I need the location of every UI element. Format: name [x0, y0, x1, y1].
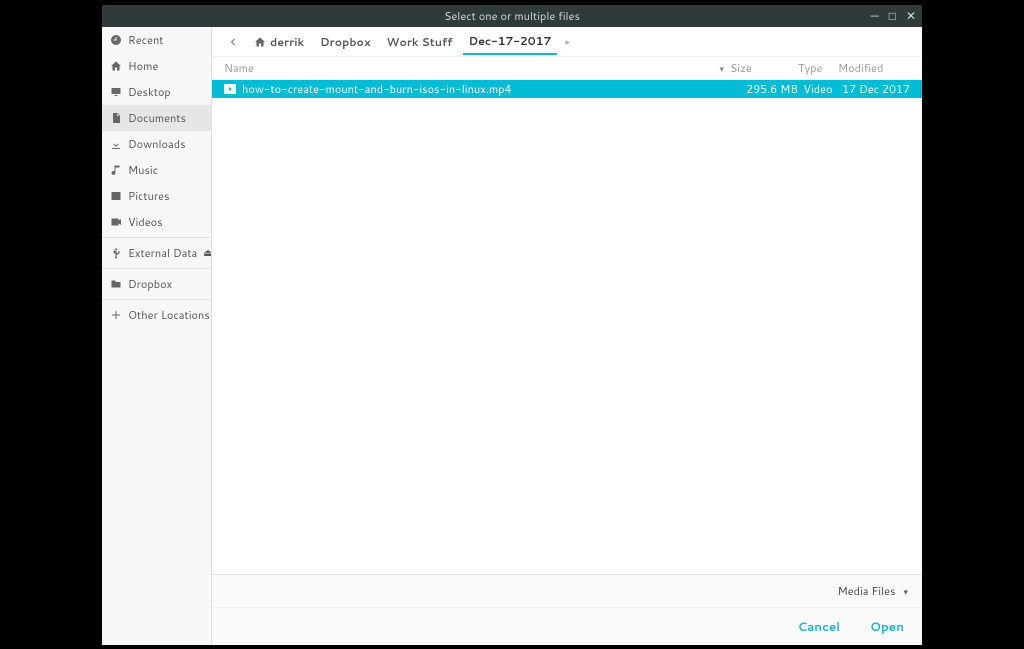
column-header-modified[interactable]: Modified	[838, 60, 910, 76]
main-panel: derrik Dropbox Work Stuff Dec-17-2017 ▸ …	[212, 27, 922, 645]
sidebar-separator	[102, 268, 211, 269]
sidebar-item-label: Dropbox	[128, 276, 172, 292]
sidebar-item-label: Pictures	[128, 188, 170, 204]
breadcrumb-home[interactable]: derrik	[248, 30, 310, 54]
sort-indicator-icon: ▾	[719, 62, 724, 75]
pictures-icon	[110, 190, 122, 202]
music-icon	[110, 164, 122, 176]
column-label: Name	[224, 60, 254, 76]
sidebar-separator	[102, 237, 211, 238]
titlebar[interactable]: Select one or multiple files — □ ✕	[102, 5, 922, 27]
open-button[interactable]: Open	[870, 618, 904, 635]
sidebar-item-external-data[interactable]: External Data ⏏	[102, 240, 211, 266]
file-name: how-to-create-mount-and-burn-isos-in-lin…	[242, 81, 512, 97]
sidebar: Recent Home Desktop Documents Downloads	[102, 27, 212, 645]
filter-label: Media Files	[838, 583, 896, 599]
window-title: Select one or multiple files	[444, 8, 580, 24]
file-chooser-window: Select one or multiple files — □ ✕ Recen…	[102, 5, 922, 645]
sidebar-item-label: Documents	[128, 110, 186, 126]
breadcrumb-label: Dropbox	[320, 34, 370, 50]
documents-icon	[110, 112, 122, 124]
sidebar-item-home[interactable]: Home	[102, 53, 211, 79]
sidebar-item-downloads[interactable]: Downloads	[102, 131, 211, 157]
breadcrumb-label: derrik	[270, 34, 304, 50]
file-modified: 17 Dec 2017	[838, 81, 910, 97]
file-size: 295.6 MB	[730, 81, 798, 97]
downloads-icon	[110, 138, 122, 150]
close-icon[interactable]: ✕	[906, 10, 916, 22]
filter-row: Media Files ▾	[212, 575, 922, 608]
sidebar-item-label: External Data	[128, 245, 197, 261]
sidebar-item-recent[interactable]: Recent	[102, 27, 211, 53]
window-controls: — □ ✕	[871, 5, 916, 27]
home-icon	[110, 60, 122, 72]
home-icon	[254, 36, 266, 48]
sidebar-item-videos[interactable]: Videos	[102, 209, 211, 235]
recent-icon	[110, 34, 122, 46]
sidebar-item-label: Music	[128, 162, 158, 178]
sidebar-item-other-locations[interactable]: Other Locations	[102, 302, 211, 328]
sidebar-item-pictures[interactable]: Pictures	[102, 183, 211, 209]
sidebar-item-desktop[interactable]: Desktop	[102, 79, 211, 105]
filter-dropdown[interactable]: Media Files	[838, 583, 896, 599]
file-list[interactable]: how-to-create-mount-and-burn-isos-in-lin…	[212, 80, 922, 574]
sidebar-item-label: Home	[128, 58, 158, 74]
sidebar-item-label: Recent	[128, 32, 163, 48]
back-button[interactable]	[222, 35, 244, 49]
breadcrumb-label: Work Stuff	[387, 34, 453, 50]
column-header-name[interactable]: Name ▾	[224, 60, 730, 76]
breadcrumb[interactable]: Work Stuff	[381, 30, 459, 54]
button-row: Cancel Open	[212, 608, 922, 645]
usb-icon	[110, 247, 122, 259]
sidebar-item-label: Downloads	[128, 136, 186, 152]
cancel-button[interactable]: Cancel	[798, 618, 841, 635]
breadcrumb[interactable]: Dropbox	[314, 30, 376, 54]
sidebar-item-label: Desktop	[128, 84, 171, 100]
column-label: Type	[798, 60, 822, 76]
sidebar-item-label: Other Locations	[128, 307, 210, 323]
file-row[interactable]: how-to-create-mount-and-burn-isos-in-lin…	[212, 80, 922, 98]
file-name-cell: how-to-create-mount-and-burn-isos-in-lin…	[224, 81, 730, 97]
column-label: Size	[730, 60, 752, 76]
file-type: Video	[798, 81, 838, 97]
eject-icon[interactable]: ⏏	[203, 246, 212, 260]
footer: Media Files ▾ Cancel Open	[212, 574, 922, 645]
minimize-icon[interactable]: —	[871, 10, 879, 22]
plus-icon	[110, 309, 122, 321]
column-headers: Name ▾ Size Type Modified	[212, 57, 922, 80]
content-area: Recent Home Desktop Documents Downloads	[102, 27, 922, 645]
videos-icon	[110, 216, 122, 228]
folder-icon	[110, 278, 122, 290]
desktop-icon	[110, 86, 122, 98]
chevron-right-icon[interactable]: ▸	[561, 35, 574, 48]
breadcrumb-label: Dec-17-2017	[469, 33, 552, 49]
column-header-type[interactable]: Type	[798, 60, 838, 76]
sidebar-item-music[interactable]: Music	[102, 157, 211, 183]
column-label: Modified	[838, 60, 883, 76]
sidebar-item-label: Videos	[128, 214, 163, 230]
column-header-size[interactable]: Size	[730, 60, 798, 76]
breadcrumb-current[interactable]: Dec-17-2017	[463, 29, 558, 55]
maximize-icon[interactable]: □	[889, 10, 896, 22]
sidebar-item-dropbox[interactable]: Dropbox	[102, 271, 211, 297]
pathbar: derrik Dropbox Work Stuff Dec-17-2017 ▸	[212, 27, 922, 57]
sidebar-separator	[102, 299, 211, 300]
sidebar-item-documents[interactable]: Documents	[102, 105, 211, 131]
chevron-down-icon[interactable]: ▾	[903, 585, 908, 598]
video-file-icon	[224, 84, 236, 94]
